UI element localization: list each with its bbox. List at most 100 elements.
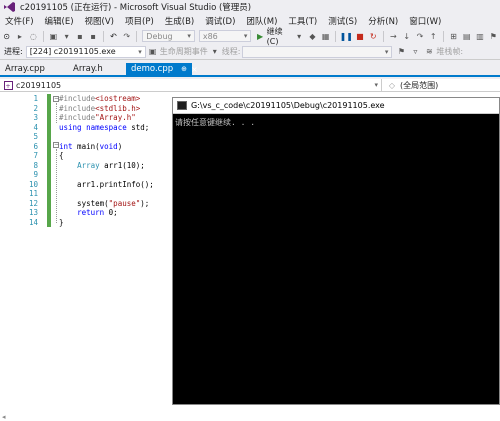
line-number: 5 [33,132,38,141]
scope-value: (全局范围) [400,80,439,90]
chevron-down-icon[interactable]: ▾ [295,31,304,41]
stack-frame-label: 堆栈帧: [436,47,464,56]
console-title-bar[interactable]: G:\vs_c_code\c20191105\Debug\c20191105.e… [173,98,499,114]
tab-array-cpp[interactable]: Array.cpp [0,63,62,75]
code-line-13: return 0; [77,208,118,217]
forward-circle-icon[interactable]: ◌ [29,31,38,41]
line-number: 8 [33,160,38,170]
pin-icon[interactable]: ⊕ [181,65,187,73]
process-label: 进程: [4,47,23,56]
code-line-1: #include<iostream> [59,94,141,103]
menu-window[interactable]: 窗口(W) [404,15,447,27]
visual-studio-logo-icon [2,1,16,13]
title-bar: c20191105 (正在运行) - Microsoft Visual Stud… [0,0,500,14]
tab-label: Array.cpp [5,64,45,74]
continue-button[interactable]: 继续(C) [267,26,293,46]
flag-icon[interactable]: ⚑ [396,47,406,57]
toolbar-separator [102,30,104,42]
step-out-icon[interactable]: ↑ [429,31,438,41]
standard-toolbar: ⊙ ▸ ◌ ▣ ▾ ▪ ▪ ↶ ↷ Debug ▾ x86 ▾ ▶ 继续(C) … [0,26,500,46]
stop-icon[interactable]: ■ [355,31,364,41]
scope-dropdown[interactable]: ◇ (全局范围) [383,79,500,91]
console-title: G:\vs_c_code\c20191105\Debug\c20191105.e… [191,101,385,110]
save-icon[interactable]: ▪ [75,31,84,41]
comment-icon[interactable]: ▤ [462,31,471,41]
attach-icon[interactable]: ◆ [308,31,317,41]
bookmark-icon[interactable]: ⚑ [489,31,498,41]
code-line-2: #include<stdlib.h> [59,103,141,113]
close-icon[interactable]: × [191,65,198,74]
code-line-14: } [59,217,64,227]
tab-label: Array.h [73,64,103,74]
line-number: 10 [28,179,38,189]
undo-icon[interactable]: ↶ [109,31,118,41]
fold-guide [56,149,57,223]
svg-text:+: + [5,83,10,90]
save-all-icon[interactable]: ▪ [89,31,98,41]
tab-array-h[interactable]: Array.h [68,63,126,75]
lifecycle-events-icon[interactable]: ▣ [148,47,158,57]
menu-build[interactable]: 生成(B) [160,15,200,27]
menu-project[interactable]: 项目(P) [120,15,160,27]
line-number: 11 [28,189,38,198]
pause-icon[interactable]: ❚❚ [340,31,353,41]
scroll-left-icon[interactable]: ◂ [2,413,10,421]
show-next-statement-icon[interactable]: → [389,31,398,41]
toolbar-separator [335,30,337,42]
threads-icon[interactable]: ≋ [424,47,434,57]
code-line-7: { [59,151,64,160]
toolbar-separator [136,30,138,42]
menu-view[interactable]: 视图(V) [80,15,120,27]
forward-icon[interactable]: ▸ [15,31,24,41]
navigation-bar: + c20191105 ▾ ◇ (全局范围) [0,79,500,92]
code-line-6: int main(void) [59,141,123,151]
filter-icon[interactable]: ▿ [410,47,420,57]
uncomment-icon[interactable]: ▥ [475,31,484,41]
tab-label: demo.cpp [131,64,174,74]
solution-config-value: Debug [146,31,173,41]
code-line-8: Array arr1(10); [77,160,145,170]
line-number-gutter: 1 2 3 4 5 6 7 8 9 10 11 12 13 14 [0,92,46,421]
line-number: 1 [33,94,38,103]
process-dropdown[interactable]: [224] c20191105.exe ▾ [25,45,146,58]
menu-edit[interactable]: 编辑(E) [40,15,80,27]
chevron-down-icon: ▾ [243,32,248,40]
back-icon[interactable]: ⊙ [2,31,11,41]
line-number: 2 [33,103,38,113]
tab-demo-cpp[interactable]: demo.cpp ⊕ × [126,63,198,75]
lifecycle-events-label[interactable]: 生命周期事件 [160,46,208,57]
restart-icon[interactable]: ↻ [369,31,378,41]
debug-location-toolbar: 进程: [224] c20191105.exe ▾ ▣ 生命周期事件 ▾ 线程:… [0,44,500,60]
menu-debug[interactable]: 调试(D) [200,15,241,27]
line-number: 13 [28,208,38,217]
toolbar-separator [442,30,444,42]
redo-icon[interactable]: ↷ [122,31,131,41]
project-dropdown[interactable]: + c20191105 ▾ [0,79,382,91]
line-number: 6 [33,141,38,151]
step-into-icon[interactable]: ↓ [402,31,411,41]
console-app-icon [177,101,187,110]
menu-test[interactable]: 测试(S) [323,15,363,27]
line-number: 7 [33,151,38,160]
scope-icon: ◇ [388,80,396,90]
line-number: 14 [28,217,38,227]
chevron-down-icon: ▾ [187,32,191,40]
menu-analyze[interactable]: 分析(N) [363,15,404,27]
new-project-icon[interactable]: ▣ [49,31,58,41]
chevron-down-icon[interactable]: ▾ [210,47,220,57]
platform-value: x86 [202,31,218,41]
fold-guide [56,103,57,123]
camera-icon[interactable]: ▦ [321,31,330,41]
menu-file[interactable]: 文件(F) [0,15,40,27]
line-number: 9 [33,170,38,179]
continue-icon[interactable]: ▶ [255,31,264,41]
platform-dropdown[interactable]: x86 ▾ [198,30,252,42]
solution-config-dropdown[interactable]: Debug ▾ [142,30,195,42]
step-over-icon[interactable]: ↷ [415,31,424,41]
hex-display-icon[interactable]: ⊞ [449,31,458,41]
window-title: c20191105 (正在运行) - Microsoft Visual Stud… [20,3,252,13]
toolbar-separator [42,30,44,42]
console-window[interactable]: G:\vs_c_code\c20191105\Debug\c20191105.e… [172,97,500,405]
open-file-icon[interactable]: ▾ [62,31,71,41]
thread-dropdown[interactable]: ▾ [242,45,393,58]
